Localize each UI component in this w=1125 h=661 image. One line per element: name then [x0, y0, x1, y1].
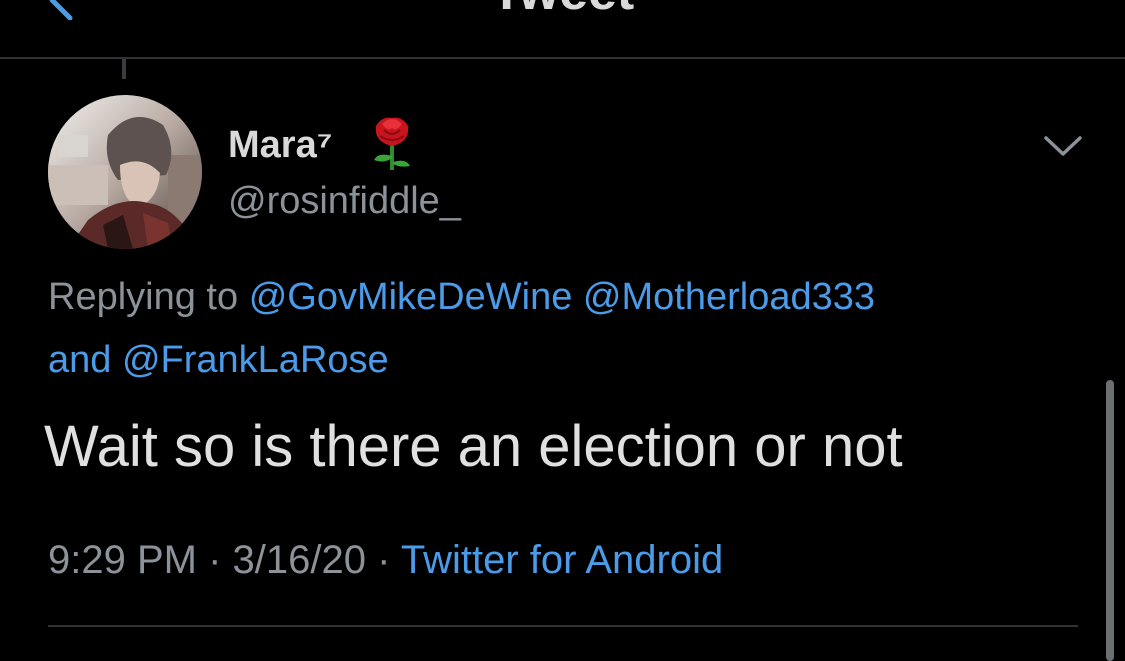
- author-handle[interactable]: @rosinfiddle_: [228, 180, 461, 223]
- avatar-photo: [48, 95, 202, 249]
- replying-to-line-continued: and @FrankLaRose: [48, 337, 389, 383]
- thread-connector-line: [122, 59, 126, 79]
- replying-to-line: Replying to @GovMikeDeWine @Motherload33…: [48, 274, 875, 320]
- tweet-text: Wait so is there an election or not: [44, 414, 903, 479]
- and-others-link[interactable]: and: [48, 339, 111, 381]
- rose-icon: [366, 112, 418, 172]
- header-divider: [0, 57, 1125, 59]
- top-navigation-bar: Tweet: [0, 0, 1125, 57]
- tweet-source-link[interactable]: Twitter for Android: [401, 538, 723, 582]
- meta-separator: ·: [208, 538, 222, 582]
- replying-to-label: Replying to: [48, 276, 239, 318]
- tweet-time: 9:29 PM: [48, 538, 197, 582]
- tweet-divider: [48, 625, 1078, 627]
- avatar[interactable]: [48, 95, 202, 249]
- tweet-metadata: 9:29 PM · 3/16/20 · Twitter for Android: [48, 536, 723, 584]
- page-title: Tweet: [0, 0, 1125, 22]
- tweet-date: 3/16/20: [232, 538, 367, 582]
- mention-link[interactable]: @GovMikeDeWine: [249, 276, 573, 318]
- mention-link[interactable]: @FrankLaRose: [122, 339, 389, 381]
- scrollbar[interactable]: [1106, 380, 1114, 661]
- tweet-options-button[interactable]: [1040, 130, 1086, 160]
- chevron-down-icon: [1044, 136, 1082, 156]
- mention-link[interactable]: @Motherload333: [583, 276, 875, 318]
- meta-separator: ·: [377, 538, 391, 582]
- author-display-name[interactable]: Mara⁷: [228, 124, 332, 167]
